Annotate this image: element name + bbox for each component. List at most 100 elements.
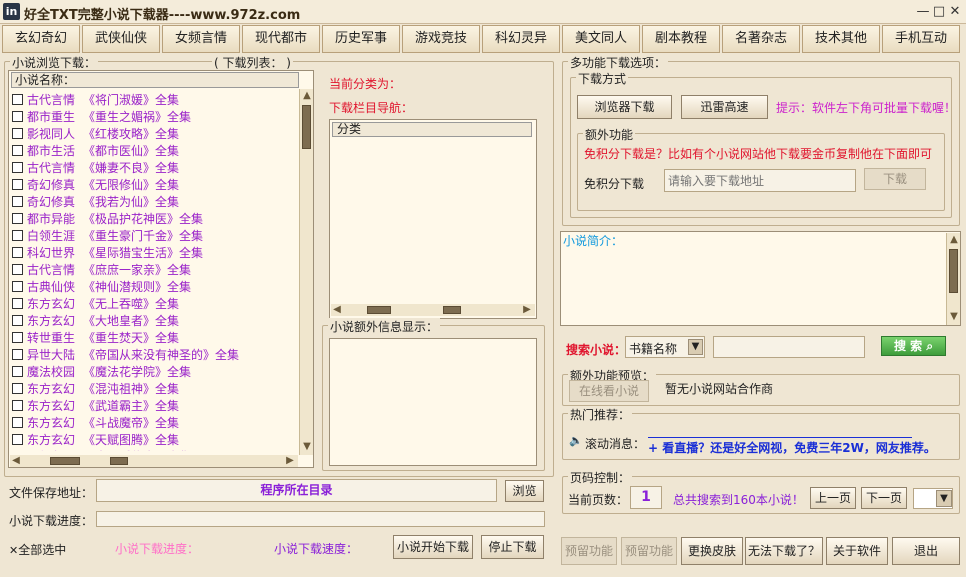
book-checkbox[interactable] [12, 111, 23, 122]
category-tab[interactable]: 技术其他 [802, 25, 880, 53]
list-horizontal-scrollbar[interactable]: ◀ ▶ [10, 455, 298, 467]
list-item[interactable]: 东方玄幻 《无上吞噬》全集 [12, 295, 300, 312]
book-checkbox[interactable] [12, 366, 23, 377]
list-item[interactable]: 奇幻修真 《我若为仙》全集 [12, 193, 300, 210]
category-tab[interactable]: 科幻灵异 [482, 25, 560, 53]
book-checkbox[interactable] [12, 264, 23, 275]
list-item[interactable]: 都市生活 《都市医仙》全集 [12, 142, 300, 159]
online-read-button[interactable]: 在线看小说 [569, 380, 649, 402]
browse-button[interactable]: 浏览 [505, 480, 544, 502]
book-checkbox[interactable] [12, 179, 23, 190]
category-tab[interactable]: 现代都市 [242, 25, 320, 53]
list-item[interactable]: 异世大陆 《帝国从来没有神圣的》全集 [12, 346, 300, 363]
category-tab[interactable]: 剧本教程 [642, 25, 720, 53]
reserved-button[interactable]: 预留功能 [621, 537, 677, 565]
scroll-thumb[interactable] [302, 105, 311, 149]
thunder-download-button[interactable]: 迅雷高速 [681, 95, 768, 119]
start-download-button[interactable]: 小说开始下载 [393, 535, 473, 559]
list-item[interactable]: 都市重生 《重生之媚祸》全集 [12, 108, 300, 125]
book-checkbox[interactable] [12, 213, 23, 224]
scroll-right-icon[interactable]: ▶ [521, 304, 533, 316]
page-select[interactable]: ▼ [913, 488, 953, 509]
dropdown-arrow-icon[interactable]: ▼ [688, 339, 703, 355]
prev-page-button[interactable]: 上一页 [810, 487, 856, 509]
book-checkbox[interactable] [12, 162, 23, 173]
category-tab[interactable]: 美文同人 [562, 25, 640, 53]
search-button[interactable]: 搜 索 ⌕ [881, 336, 946, 356]
book-checkbox[interactable] [12, 230, 23, 241]
free-download-button[interactable]: 下载 [864, 168, 926, 190]
scroll-right-icon[interactable]: ▶ [284, 455, 296, 467]
book-checkbox[interactable] [12, 315, 23, 326]
category-tab[interactable]: 历史军事 [322, 25, 400, 53]
search-type-select[interactable]: 书籍名称 ▼ [625, 336, 705, 358]
list-item[interactable]: 转世重生 《重生焚天》全集 [12, 329, 300, 346]
list-item[interactable]: 王朝争霸 《大公爵传奇》全集 [12, 448, 300, 451]
about-button[interactable]: 关于软件 [826, 537, 888, 565]
scroll-left-icon[interactable]: ◀ [331, 304, 343, 316]
book-checkbox[interactable] [12, 128, 23, 139]
category-tab[interactable]: 女频言情 [162, 25, 240, 53]
category-tab[interactable]: 名著杂志 [722, 25, 800, 53]
list-item[interactable]: 魔法校园 《魔法花学院》全集 [12, 363, 300, 380]
novel-list[interactable]: 小说名称： 古代言情 《将门淑媛》全集 都市重生 《重生之媚祸》全集 影视同人 《红楼攻略… [8, 70, 314, 468]
book-checkbox[interactable] [12, 332, 23, 343]
scroll-left-icon[interactable]: ◀ [10, 455, 22, 467]
book-checkbox[interactable] [12, 298, 23, 309]
scroll-up-icon[interactable]: ▲ [301, 90, 313, 102]
list-item[interactable]: 影视同人 《红楼攻略》全集 [12, 125, 300, 142]
scroll-up-icon[interactable]: ▲ [948, 234, 960, 246]
list-item[interactable]: 东方玄幻 《混沌祖神》全集 [12, 380, 300, 397]
scroll-down-icon[interactable]: ▼ [301, 441, 313, 453]
stop-download-button[interactable]: 停止下载 [481, 535, 544, 559]
list-item[interactable]: 东方玄幻 《武道霸主》全集 [12, 397, 300, 414]
select-all-checkbox[interactable]: ✕全部选中 [9, 541, 66, 558]
book-checkbox[interactable] [12, 281, 23, 292]
category-tab[interactable]: 手机互动 [882, 25, 960, 53]
free-download-url-input[interactable] [664, 169, 856, 192]
maximize-button[interactable]: □ [931, 4, 947, 20]
category-tab[interactable]: 玄幻奇幻 [2, 25, 80, 53]
list-item[interactable]: 古代言情 《庶庶一家亲》全集 [12, 261, 300, 278]
nav-horizontal-scrollbar[interactable]: ◀ ▶ [331, 304, 535, 316]
list-item[interactable]: 科幻世界 《星际猎宝生活》全集 [12, 244, 300, 261]
list-item[interactable]: 东方玄幻 《天赋图腾》全集 [12, 431, 300, 448]
close-button[interactable]: ✕ [947, 4, 963, 20]
book-checkbox[interactable] [12, 417, 23, 428]
scroll-thumb[interactable] [367, 306, 391, 314]
book-checkbox[interactable] [12, 196, 23, 207]
list-item[interactable]: 东方玄幻 《斗战魔帝》全集 [12, 414, 300, 431]
list-item[interactable]: 古典仙侠 《神仙潜规则》全集 [12, 278, 300, 295]
list-item[interactable]: 古代言情 《将门淑媛》全集 [12, 91, 300, 108]
next-page-button[interactable]: 下一页 [861, 487, 907, 509]
change-skin-button[interactable]: 更换皮肤 [681, 537, 743, 565]
list-vertical-scrollbar[interactable]: ▲ ▼ [299, 89, 313, 455]
book-checkbox[interactable] [12, 400, 23, 411]
scroll-down-icon[interactable]: ▼ [948, 311, 960, 323]
book-checkbox[interactable] [12, 434, 23, 445]
book-checkbox[interactable] [12, 247, 23, 258]
scroll-thumb[interactable] [50, 457, 80, 465]
cannot-download-button[interactable]: 无法下载了？ [745, 537, 823, 565]
book-checkbox[interactable] [12, 94, 23, 105]
reserved-button[interactable]: 预留功能 [561, 537, 617, 565]
intro-scrollbar[interactable]: ▲ ▼ [946, 233, 960, 325]
save-path-field[interactable]: 程序所在目录 [96, 479, 497, 502]
nav-listbox[interactable]: 分类 ◀ ▶ [329, 119, 537, 319]
list-item[interactable]: 东方玄幻 《大地皇者》全集 [12, 312, 300, 329]
list-item[interactable]: 奇幻修真 《无限修仙》全集 [12, 176, 300, 193]
list-item[interactable]: 古代言情 《嫌妻不良》全集 [12, 159, 300, 176]
search-input[interactable] [713, 336, 865, 358]
browser-download-button[interactable]: 浏览器下载 [577, 95, 672, 119]
scroll-message-text[interactable]: + 看直播？还是好全网视，免费三年2W，网友推荐。 [648, 439, 936, 456]
category-tab[interactable]: 武侠仙侠 [82, 25, 160, 53]
list-item[interactable]: 白领生涯 《重生豪门千金》全集 [12, 227, 300, 244]
minimize-button[interactable]: — [915, 4, 931, 20]
dropdown-arrow-icon[interactable]: ▼ [936, 490, 952, 507]
category-tab[interactable]: 游戏竞技 [402, 25, 480, 53]
book-checkbox[interactable] [12, 145, 23, 156]
book-checkbox[interactable] [12, 383, 23, 394]
exit-button[interactable]: 退出 [892, 537, 960, 565]
book-checkbox[interactable] [12, 349, 23, 360]
scroll-thumb[interactable] [949, 249, 958, 293]
